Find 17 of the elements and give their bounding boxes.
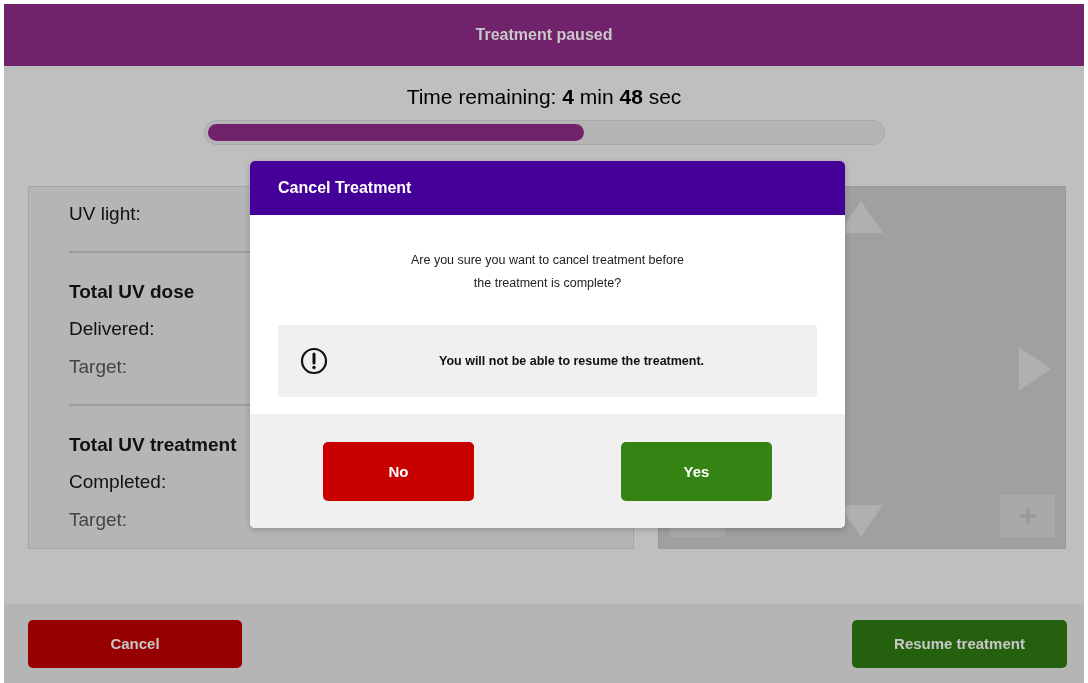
section-heading: Total UV dose: [69, 280, 195, 304]
no-button[interactable]: No: [323, 441, 474, 501]
dialog-title: Cancel Treatment: [278, 179, 412, 197]
exclamation-icon: [300, 347, 328, 375]
field-label: UV light:: [69, 202, 141, 226]
field-label: Completed:: [69, 470, 167, 494]
time-remaining: Time remaining: 4 min 48 sec: [406, 85, 682, 108]
warning-text: You will not be able to resume the treatment.: [439, 354, 705, 368]
field-label: Delivered:: [69, 317, 155, 341]
dialog-message: Are you sure you want to cancel treatment before the treatment is complete?: [409, 252, 686, 292]
yes-button[interactable]: Yes: [621, 441, 772, 501]
section-heading: Total UV treatment: [69, 433, 237, 457]
cancel-button[interactable]: Cancel: [28, 619, 242, 668]
resume-button[interactable]: Resume treatment: [852, 619, 1067, 668]
field-label: Target:: [69, 508, 128, 532]
title: Treatment paused: [475, 26, 613, 44]
field-label: Target:: [69, 355, 128, 379]
